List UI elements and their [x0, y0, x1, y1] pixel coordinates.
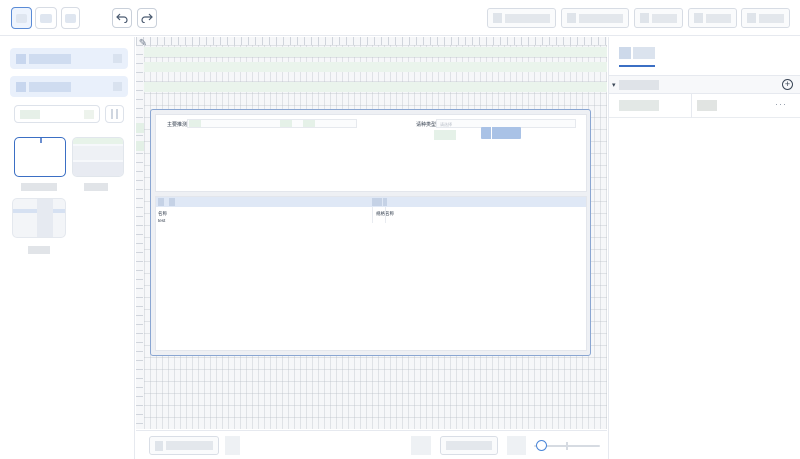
query-form-card[interactable]: 主要推测 请种类型 请选择 — [155, 114, 587, 192]
selected-page-frame[interactable]: 主要推测 请种类型 请选择 名称 test — [150, 109, 591, 356]
form-field1-tag — [189, 120, 201, 127]
table-col-separator-1 — [372, 207, 373, 223]
zoom-in-button[interactable] — [507, 436, 526, 455]
plus-circle-icon[interactable]: + — [782, 79, 793, 90]
form-field1-tag-3 — [303, 120, 315, 127]
app-root: ✎ 主要推测 请种类型 请选择 名称 test ▾ + ··· — [0, 0, 800, 459]
table-toolbar-block-2 — [169, 198, 175, 206]
horizontal-ruler — [136, 37, 607, 45]
toolbar-action-5[interactable] — [741, 8, 790, 28]
property-value[interactable] — [697, 100, 717, 111]
form-field2-label: 请种类型 — [416, 122, 437, 128]
component-category-2[interactable] — [10, 76, 128, 97]
canvas-marker-1 — [136, 123, 144, 133]
template-thumbnail-form[interactable] — [72, 137, 124, 177]
table-toolbar-block-3 — [372, 198, 382, 206]
properties-row[interactable]: ··· — [609, 94, 800, 118]
table-toolbar-row — [156, 197, 586, 207]
canvas-marker-2 — [136, 141, 144, 151]
form-field1-tag-2 — [280, 120, 292, 127]
canvas-band-1 — [144, 47, 607, 57]
form-field1-input[interactable] — [187, 119, 357, 128]
properties-tab[interactable] — [619, 47, 655, 65]
template-label-2 — [84, 183, 108, 191]
zoom-slider-tick — [566, 442, 568, 450]
bottom-action-2[interactable] — [225, 436, 240, 455]
mode-button-1[interactable] — [11, 7, 32, 29]
form-field2-placeholder: 请选择 — [440, 122, 452, 127]
form-field1-label: 主要推测 — [167, 122, 188, 128]
component-category-1[interactable] — [10, 48, 128, 69]
bottom-action-1[interactable] — [149, 436, 219, 455]
form-search-button[interactable] — [481, 127, 521, 139]
mode-button-3[interactable] — [61, 7, 80, 29]
template-thumbnail-table[interactable] — [12, 198, 66, 238]
caret-down-icon[interactable]: ▾ — [612, 81, 616, 89]
canvas-bottom-bar — [136, 430, 607, 459]
toolbar-action-1[interactable] — [487, 8, 556, 28]
section-title — [619, 80, 659, 90]
undo-icon[interactable] — [112, 8, 132, 28]
table-col1-header: 名称 — [158, 211, 167, 216]
zoom-slider-knob[interactable] — [536, 440, 547, 451]
data-table-card[interactable]: 名称 test 规格名称 — [155, 196, 587, 351]
template-label-1 — [21, 183, 57, 191]
properties-panel: ▾ + ··· — [608, 37, 800, 459]
template-thumbnail-blank[interactable] — [14, 137, 66, 177]
filter-icon[interactable] — [105, 105, 124, 123]
form-button-divider — [491, 127, 492, 139]
canvas-band-3 — [144, 82, 607, 92]
zoom-out-button[interactable] — [411, 436, 431, 455]
table-toolbar-block-4 — [383, 198, 387, 206]
redo-icon[interactable] — [137, 8, 157, 28]
component-panel — [0, 37, 135, 459]
component-search-input[interactable] — [14, 105, 100, 123]
design-canvas[interactable]: ✎ 主要推测 请种类型 请选择 名称 test — [136, 37, 607, 429]
vertical-ruler — [136, 45, 143, 429]
template-label-3 — [28, 246, 50, 254]
mode-button-2[interactable] — [35, 7, 57, 29]
property-divider — [691, 94, 692, 118]
canvas-band-2 — [144, 62, 607, 72]
table-toolbar-block-1 — [158, 198, 164, 206]
ellipsis-icon[interactable]: ··· — [775, 99, 787, 109]
toolbar-action-3[interactable] — [634, 8, 683, 28]
form-reset-button[interactable] — [434, 130, 456, 140]
active-tab-indicator — [619, 65, 655, 67]
toolbar-action-4[interactable] — [688, 8, 737, 28]
properties-section-header[interactable]: ▾ + — [609, 75, 800, 94]
zoom-level-select[interactable] — [440, 436, 498, 455]
top-toolbar — [0, 0, 800, 36]
table-col-separator-2 — [385, 207, 386, 223]
property-name — [619, 100, 659, 111]
toolbar-action-2[interactable] — [561, 8, 629, 28]
table-col1-cell: test — [158, 218, 166, 223]
